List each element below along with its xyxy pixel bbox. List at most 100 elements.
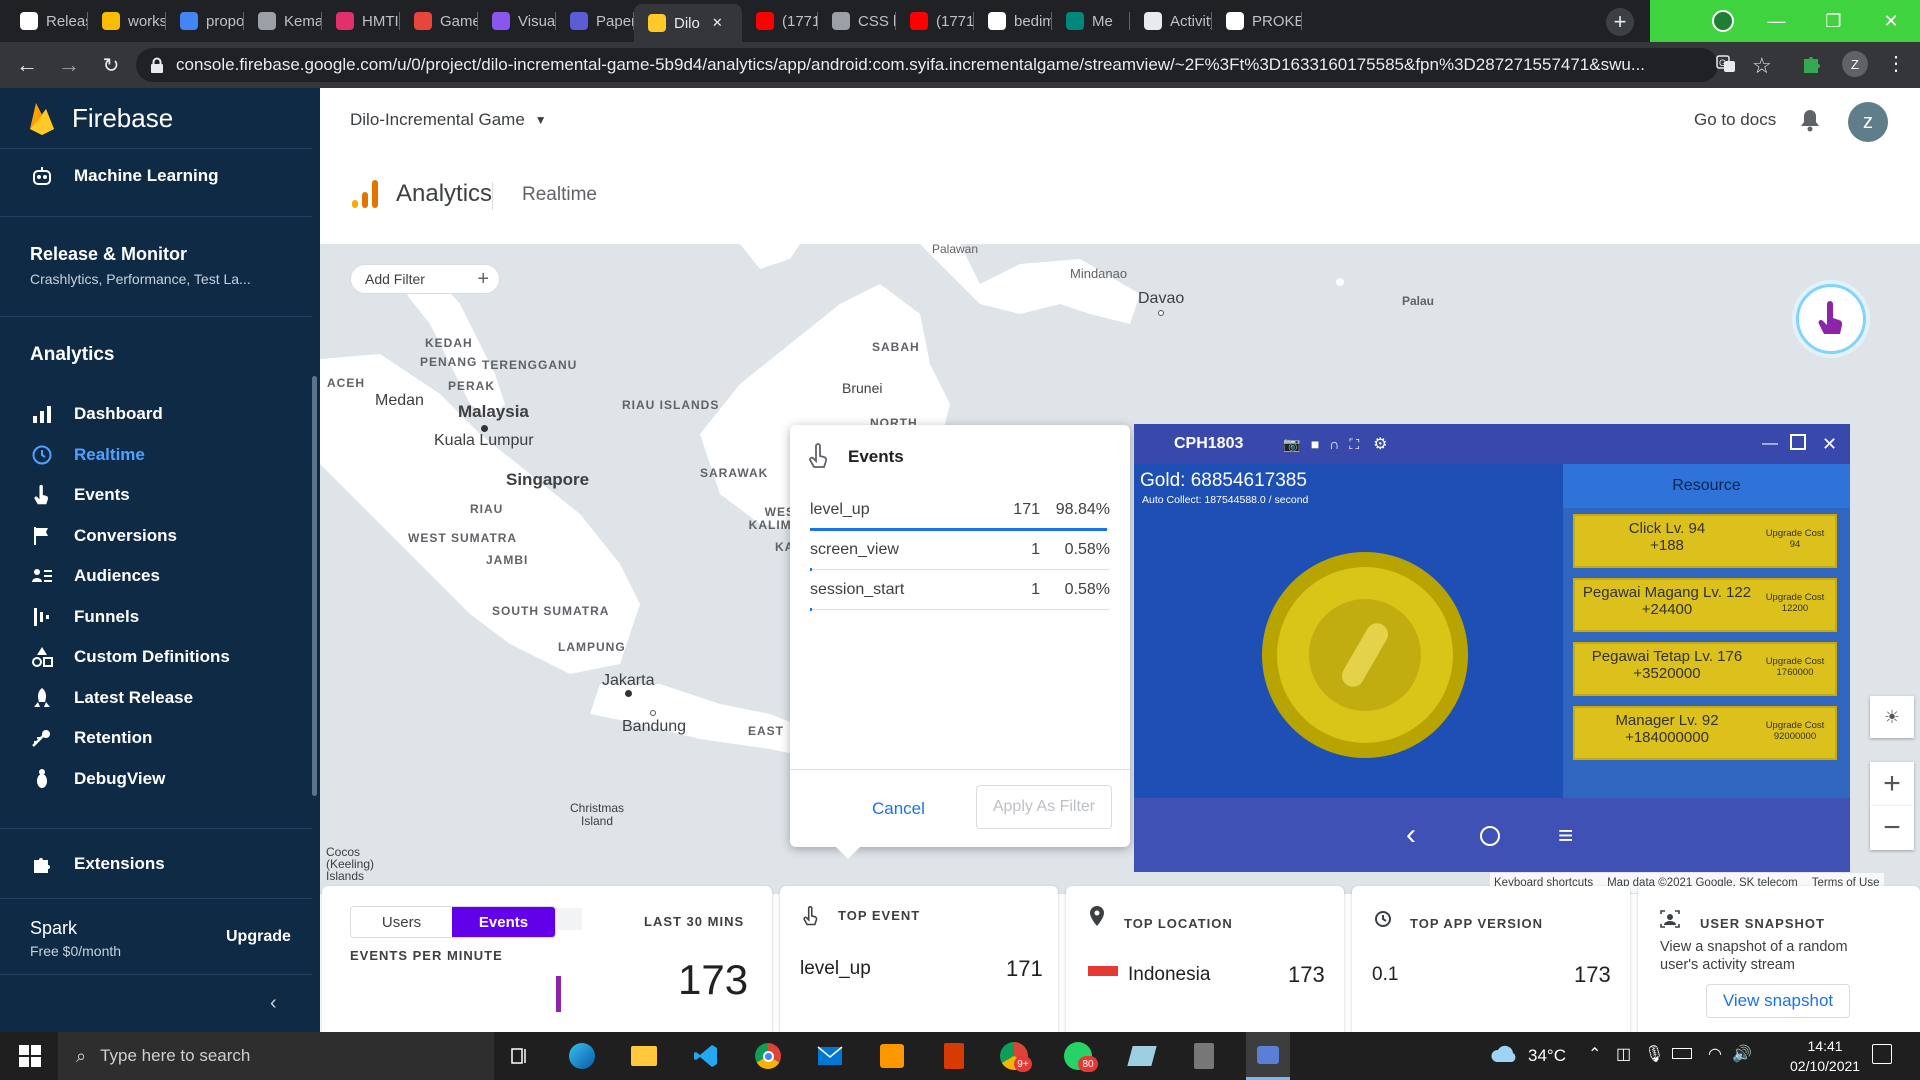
top-event-card[interactable]: TOP EVENT level_up 171 [780, 886, 1058, 1032]
user-touch-marker[interactable] [1796, 284, 1866, 354]
browser-tab[interactable]: Activity [1130, 6, 1212, 36]
browser-tab[interactable]: Visual [478, 6, 556, 36]
bookmark-star-icon[interactable]: ☆ [1752, 53, 1772, 79]
restore-icon[interactable]: ❐ [1805, 0, 1862, 42]
sublime-icon[interactable] [874, 1038, 910, 1074]
sidebar-item-realtime[interactable]: Realtime [0, 435, 320, 475]
upgrade-resource-button[interactable]: Click Lv. 94 +188 Upgrade Cost 94 [1573, 514, 1837, 568]
top-app-version-card[interactable]: TOP APP VERSION 0.1 173 [1352, 886, 1630, 1032]
microphone-icon[interactable]: 🎙 [1644, 1044, 1664, 1064]
file-explorer-icon[interactable] [626, 1038, 662, 1074]
extensions-puzzle-icon[interactable] [1800, 53, 1822, 75]
browser-tab[interactable]: HMTI U [322, 6, 400, 36]
event-row[interactable]: session_start 1 0.58% [810, 570, 1110, 611]
browser-tab[interactable]: (1771) [896, 6, 974, 36]
upgrade-button[interactable]: Upgrade [226, 928, 291, 946]
action-center-icon[interactable] [1872, 1044, 1892, 1064]
back-arrow-icon[interactable]: ← [10, 48, 44, 82]
browser-menu-icon[interactable]: ⋮ [1886, 51, 1906, 76]
office-icon[interactable] [936, 1038, 972, 1074]
add-filter-button[interactable]: Add Filter + [350, 264, 500, 294]
game-area[interactable]: Gold: 68854617385 Auto Collect: 18754458… [1134, 464, 1563, 798]
chrome-profile-icon[interactable]: 9+ [996, 1038, 1032, 1074]
browser-tab[interactable]: Dilo ✕ [634, 4, 742, 42]
zoom-out-button[interactable]: − [1870, 806, 1914, 850]
android-home-icon[interactable] [1480, 826, 1500, 846]
upgrade-resource-button[interactable]: Pegawai Tetap Lv. 176 +3520000 Upgrade Cos… [1573, 642, 1837, 696]
minimize-icon[interactable]: — [1748, 0, 1805, 42]
user-avatar[interactable]: z [1848, 102, 1888, 142]
vscode-icon[interactable] [688, 1038, 724, 1074]
close-window-icon[interactable]: ✕ [1862, 0, 1920, 42]
browser-tab[interactable]: Release [6, 6, 88, 36]
collapse-sidebar-icon[interactable]: ‹ [270, 992, 277, 1015]
sidebar-item-custom-definitions[interactable]: Custom Definitions [0, 637, 320, 677]
browser-tab[interactable]: worksh [88, 6, 166, 36]
sidebar-item-extensions[interactable]: Extensions [0, 844, 320, 884]
taskbar-search-box[interactable]: ⌕ Type here to search [58, 1032, 494, 1080]
fullscreen-icon[interactable]: ⛶ [1349, 436, 1359, 453]
emulator-app-icon[interactable] [1246, 1032, 1290, 1080]
emu-minimize-icon[interactable]: — [1762, 435, 1778, 453]
users-tab[interactable]: Users [351, 907, 452, 937]
upgrade-resource-button[interactable]: Manager Lv. 92 +184000000 Upgrade Cost 9200… [1573, 706, 1837, 760]
tray-chevron-icon[interactable]: ⌃ [1588, 1044, 1601, 1064]
volume-icon[interactable]: 🔊 [1732, 1044, 1752, 1064]
release-monitor-section[interactable]: Release & Monitor Crashlytics, Performan… [30, 244, 251, 287]
close-tab-icon[interactable]: ✕ [712, 15, 723, 31]
profile-download-icon[interactable] [1712, 10, 1734, 32]
task-view-icon[interactable] [502, 1038, 538, 1074]
browser-profile-avatar[interactable]: Z [1842, 51, 1868, 77]
sidebar-item-funnels[interactable]: Funnels [0, 597, 320, 637]
network-monitor-icon[interactable]: ◫ [1616, 1044, 1631, 1064]
headphones-icon[interactable]: ∩ [1329, 436, 1339, 452]
windows-start-icon[interactable] [12, 1038, 48, 1074]
camera-icon[interactable]: 📷 [1283, 436, 1300, 453]
settings-gear-icon[interactable]: ⚙ [1373, 434, 1387, 454]
chrome-icon[interactable] [750, 1038, 786, 1074]
view-snapshot-button[interactable]: View snapshot [1706, 984, 1850, 1018]
wifi-icon[interactable]: ◠ [1708, 1044, 1722, 1064]
top-location-card[interactable]: TOP LOCATION Indonesia 173 [1066, 886, 1344, 1032]
mail-icon[interactable] [812, 1038, 848, 1074]
android-back-icon[interactable]: ‹ [1406, 818, 1416, 852]
events-tab[interactable]: Events [452, 907, 555, 937]
gold-coin-button[interactable] [1262, 552, 1468, 758]
edge-icon[interactable] [564, 1038, 600, 1074]
sidebar-item-events[interactable]: Events [0, 475, 320, 515]
forward-arrow-icon[interactable]: → [52, 48, 86, 82]
taskbar-clock[interactable]: 14:41 02/10/2021 [1790, 1036, 1860, 1076]
browser-tab[interactable]: PROKE [1212, 6, 1302, 36]
translate-icon[interactable]: G [1716, 54, 1736, 74]
video-icon[interactable]: ■ [1311, 436, 1319, 452]
reload-icon[interactable]: ↻ [94, 48, 128, 82]
notification-bell-icon[interactable] [1799, 108, 1823, 132]
url-bar[interactable]: console.firebase.google.com/u/0/project/… [136, 48, 1718, 82]
browser-tab[interactable]: Me [1052, 6, 1130, 36]
event-row[interactable]: level_up 171 98.84% [810, 490, 1110, 531]
browser-tab[interactable]: Kemah [244, 6, 322, 36]
sidebar-item-dashboard[interactable]: Dashboard [0, 394, 320, 434]
battery-icon[interactable] [1672, 1048, 1692, 1059]
calculator-icon[interactable] [1186, 1038, 1222, 1074]
project-selector[interactable]: Dilo-Incremental Game ▼ [350, 110, 547, 130]
sidebar-item-latest-release[interactable]: Latest Release [0, 678, 320, 718]
sidebar-scrollbar[interactable] [312, 376, 317, 796]
browser-tab[interactable]: Paperp [556, 6, 634, 36]
apply-as-filter-button[interactable]: Apply As Filter [976, 785, 1112, 829]
emu-maximize-icon[interactable] [1790, 434, 1806, 450]
android-menu-icon[interactable]: ≡ [1558, 820, 1573, 851]
new-tab-button[interactable]: + [1606, 8, 1634, 36]
sidebar-item-retention[interactable]: Retention [0, 718, 320, 758]
event-row[interactable]: screen_view 1 0.58% [810, 530, 1110, 571]
upgrade-resource-button[interactable]: Pegawai Magang Lv. 122 +24400 Upgrade Cost… [1573, 578, 1837, 632]
browser-tab[interactable]: CSS be [818, 6, 896, 36]
zoom-in-button[interactable]: + [1870, 762, 1914, 806]
browser-tab[interactable]: (1771) [742, 6, 818, 36]
browser-tab[interactable]: bedim [974, 6, 1052, 36]
browser-tab[interactable]: Game I [400, 6, 478, 36]
cancel-button[interactable]: Cancel [872, 799, 925, 819]
browser-tab[interactable]: propos [166, 6, 244, 36]
layer-toggle-icon[interactable]: ☀ [1870, 696, 1914, 738]
sidebar-item-conversions[interactable]: Conversions [0, 516, 320, 556]
